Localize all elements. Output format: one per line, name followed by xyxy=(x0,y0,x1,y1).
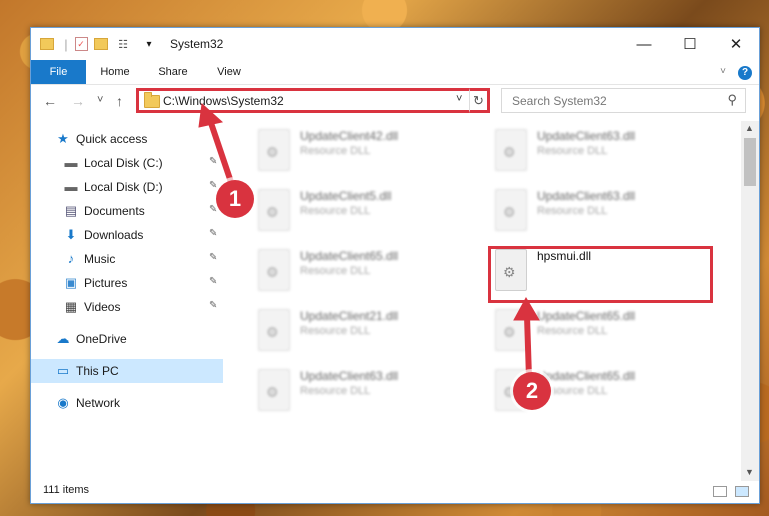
arrow-2-shaft xyxy=(524,315,532,379)
arrow-2-head xyxy=(513,296,540,321)
step-marker-2: 2 xyxy=(513,372,551,410)
arrow-1-head xyxy=(198,102,224,128)
arrow-1-shaft xyxy=(207,119,236,189)
step-marker-1: 1 xyxy=(216,180,254,218)
annotation-arrows xyxy=(198,102,540,379)
